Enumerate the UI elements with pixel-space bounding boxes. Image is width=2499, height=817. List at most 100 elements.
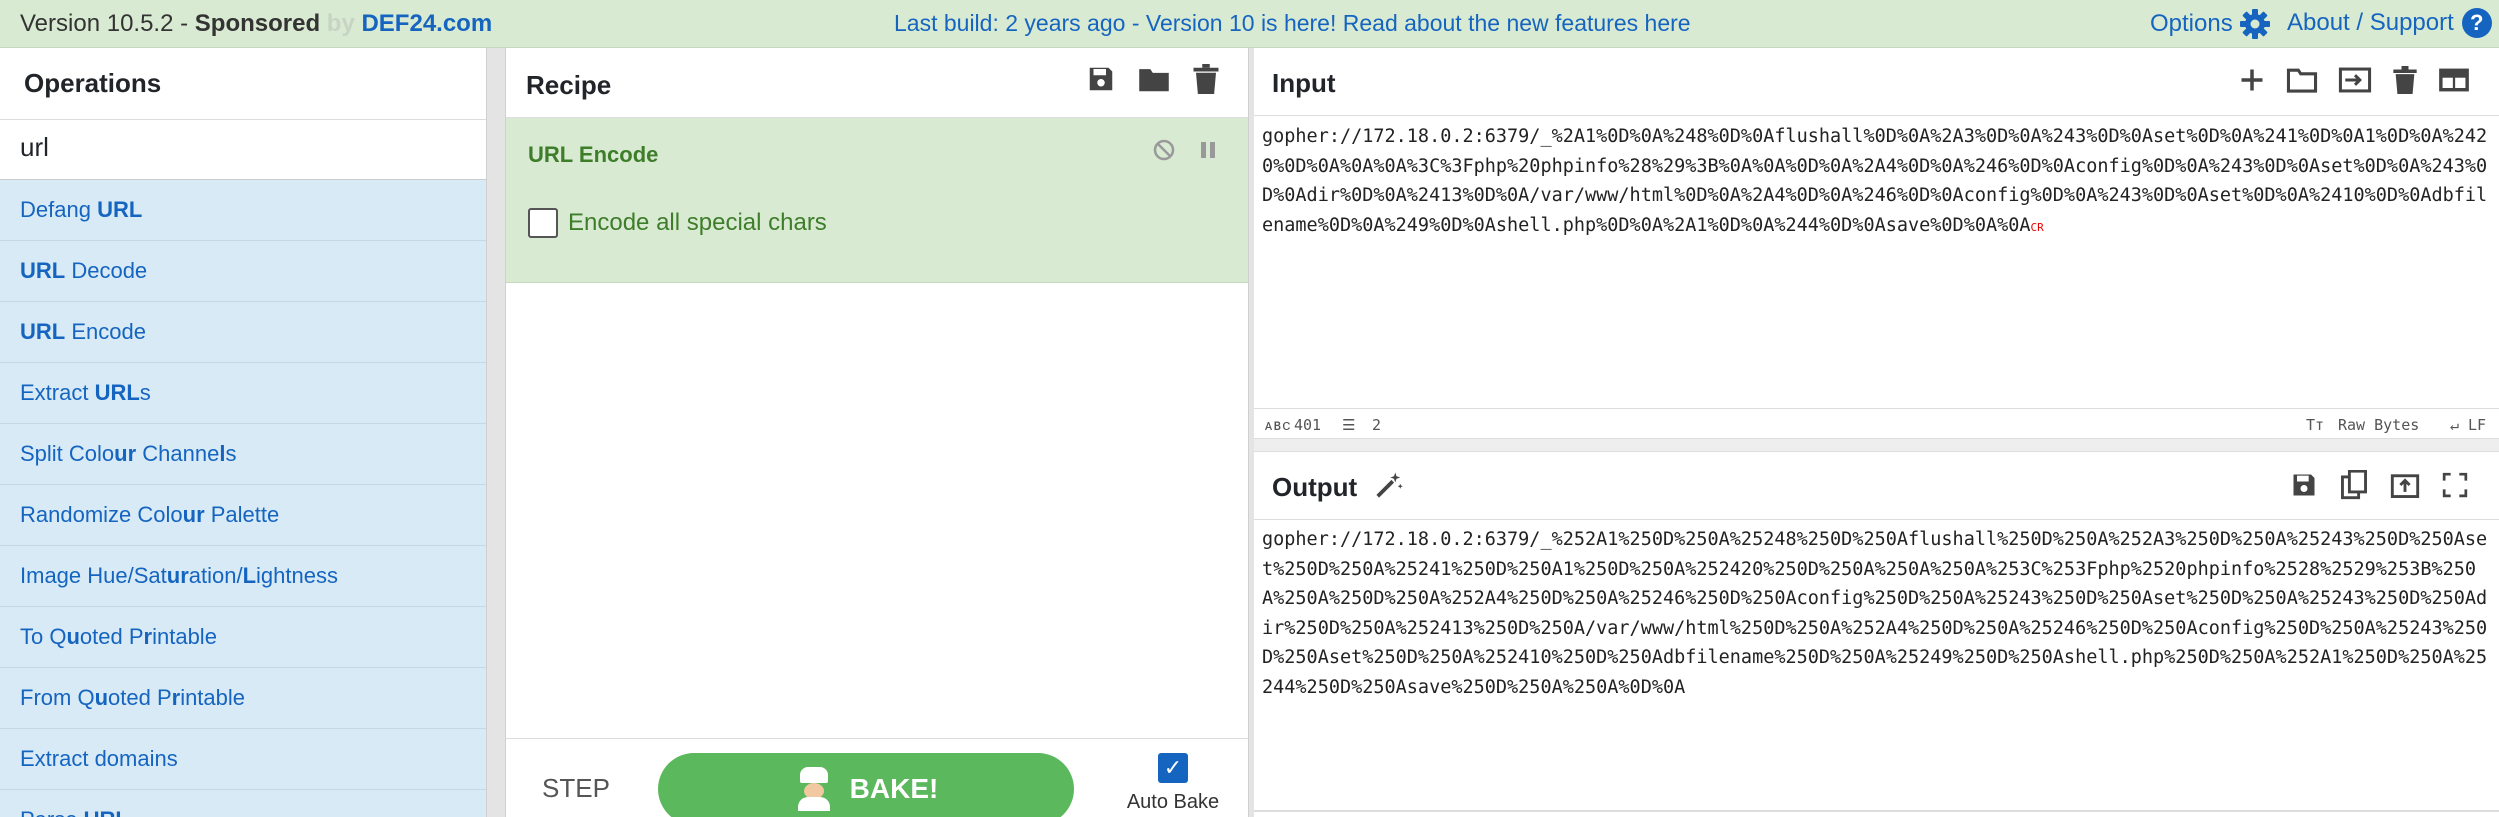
save-output-icon[interactable] <box>2290 471 2318 499</box>
output-text: gopher://172.18.0.2:6379/_%252A1%250D%25… <box>1262 529 2488 698</box>
op-match: ur <box>114 441 137 466</box>
about-support-button[interactable]: About / Support ? <box>2287 8 2492 38</box>
replace-input-icon[interactable] <box>2390 471 2420 499</box>
output-textarea[interactable]: gopher://172.18.0.2:6379/_%252A1%250D%25… <box>1262 525 2492 805</box>
copy-icon[interactable] <box>2340 470 2368 500</box>
disable-icon[interactable] <box>1152 138 1176 162</box>
op-text: From Q <box>20 685 95 710</box>
op-match: URL <box>97 197 143 222</box>
recipe-controls: STEP BAKE! ✓ Auto Bake <box>506 738 1248 817</box>
cr-marker: CR <box>2030 220 2044 234</box>
about-support-label: About / Support <box>2287 9 2454 36</box>
operations-title: Operations <box>0 48 490 120</box>
op-text: Encode <box>65 319 146 344</box>
op-randomize-colour-palette[interactable]: Randomize Colour Palette <box>0 485 486 546</box>
input-header: Input <box>1254 48 2499 116</box>
op-match: URL <box>84 807 129 817</box>
options-label: Options <box>2150 10 2233 37</box>
input-textarea[interactable]: gopher://172.18.0.2:6379/_%2A1%0D%0A%248… <box>1262 122 2492 402</box>
input-encoding[interactable]: Raw Bytes <box>2338 416 2419 434</box>
version-info: Version 10.5.2 - Sponsored by DEF24.com <box>20 10 492 38</box>
input-title: Input <box>1272 68 1336 98</box>
bake-label: BAKE! <box>849 773 939 804</box>
op-text: ation/ <box>188 563 243 588</box>
save-icon[interactable] <box>1086 64 1116 94</box>
op-match: URL <box>20 258 66 283</box>
operations-recipe-splitter[interactable] <box>486 48 506 817</box>
op-text: Extract domains <box>20 746 178 771</box>
op-match: URL <box>20 319 66 344</box>
input-eol[interactable]: LF <box>2468 416 2486 434</box>
op-match: ur <box>182 502 205 527</box>
abc-icon: ᴀʙᴄ <box>1264 416 1292 434</box>
operations-panel: Operations url Defang URL URL Decode URL… <box>0 48 490 817</box>
op-text: Parse <box>20 807 84 817</box>
op-text: Randomize Colo <box>20 502 183 527</box>
op-to-quoted-printable[interactable]: To Quoted Printable <box>0 607 486 668</box>
op-text: ightness <box>256 563 338 588</box>
trash-icon[interactable] <box>1192 64 1220 94</box>
output-header: Output <box>1254 452 2499 520</box>
auto-bake-toggle[interactable]: ✓ Auto Bake <box>1118 753 1228 814</box>
op-parse-url[interactable]: Parse URL <box>0 790 486 817</box>
text-encoding-icon[interactable]: Tт <box>2306 416 2324 434</box>
maximize-icon[interactable] <box>2442 472 2468 498</box>
sponsored-by-label: by <box>320 10 362 37</box>
sponsor-link[interactable]: DEF24.com <box>361 10 492 37</box>
input-text: gopher://172.18.0.2:6379/_%2A1%0D%0A%248… <box>1262 126 2488 236</box>
recipe-operation-title: URL Encode <box>528 142 659 167</box>
op-text: Defang <box>20 197 98 222</box>
op-text: Channe <box>136 441 220 466</box>
top-banner: Version 10.5.2 - Sponsored by DEF24.com … <box>0 0 2499 48</box>
op-text: Palette <box>204 502 280 527</box>
encode-all-special-chars-checkbox[interactable]: Encode all special chars <box>528 208 827 238</box>
op-text: oted P <box>108 685 172 710</box>
folder-icon[interactable] <box>1138 64 1170 94</box>
op-text: Decode <box>65 258 148 283</box>
op-text: s <box>225 441 237 466</box>
input-output-splitter[interactable] <box>1254 438 2499 452</box>
checkbox-box[interactable] <box>528 208 558 238</box>
options-button[interactable]: Options <box>2150 8 2271 40</box>
op-defang-url[interactable]: Defang URL <box>0 180 486 241</box>
add-tab-icon[interactable] <box>2238 66 2266 94</box>
step-button[interactable]: STEP <box>542 773 610 804</box>
output-status-bar <box>1254 810 2499 812</box>
op-url-encode[interactable]: URL Encode <box>0 302 486 363</box>
features-link[interactable]: here <box>1645 10 1691 36</box>
magic-wand-icon[interactable] <box>1374 470 1404 500</box>
operations-search-input[interactable]: url <box>0 120 490 180</box>
op-match: r <box>143 624 153 649</box>
checkbox-label: Encode all special chars <box>568 209 827 236</box>
op-text: s <box>139 380 151 405</box>
recipe-panel: Recipe URL Encode Encode all special cha… <box>506 48 1248 817</box>
op-match: u <box>94 685 109 710</box>
op-image-hue-saturation-lightness[interactable]: Image Hue/Saturation/Lightness <box>0 546 486 607</box>
op-text: intable <box>180 685 246 710</box>
auto-bake-label: Auto Bake <box>1126 791 1220 813</box>
clear-input-icon[interactable] <box>2392 66 2418 94</box>
op-match: URL <box>94 380 140 405</box>
op-text: intable <box>152 624 217 649</box>
open-file-icon[interactable] <box>2338 66 2372 94</box>
op-text: oted P <box>79 624 144 649</box>
layout-icon[interactable] <box>2438 66 2470 94</box>
open-folder-icon[interactable] <box>2286 66 2318 94</box>
op-text: Extract <box>20 380 95 405</box>
op-text: Image Hue/Sat <box>20 563 167 588</box>
op-extract-urls[interactable]: Extract URLs <box>0 363 486 424</box>
op-from-quoted-printable[interactable]: From Quoted Printable <box>0 668 486 729</box>
pause-icon[interactable] <box>1198 138 1218 162</box>
gear-icon <box>2239 9 2270 39</box>
checkmark-icon[interactable]: ✓ <box>1158 753 1188 783</box>
op-extract-domains[interactable]: Extract domains <box>0 729 486 790</box>
eol-icon[interactable]: ↵ <box>2450 416 2459 434</box>
op-split-colour-channels[interactable]: Split Colour Channels <box>0 424 486 485</box>
chef-icon <box>794 767 834 811</box>
bake-button[interactable]: BAKE! <box>658 753 1074 817</box>
help-icon: ? <box>2461 8 2492 38</box>
op-url-decode[interactable]: URL Decode <box>0 241 486 302</box>
build-notice-text: Last build: 2 years ago - Version 10 is … <box>894 10 1645 36</box>
lines-icon: ☰ <box>1342 416 1356 434</box>
op-match: r <box>171 685 181 710</box>
